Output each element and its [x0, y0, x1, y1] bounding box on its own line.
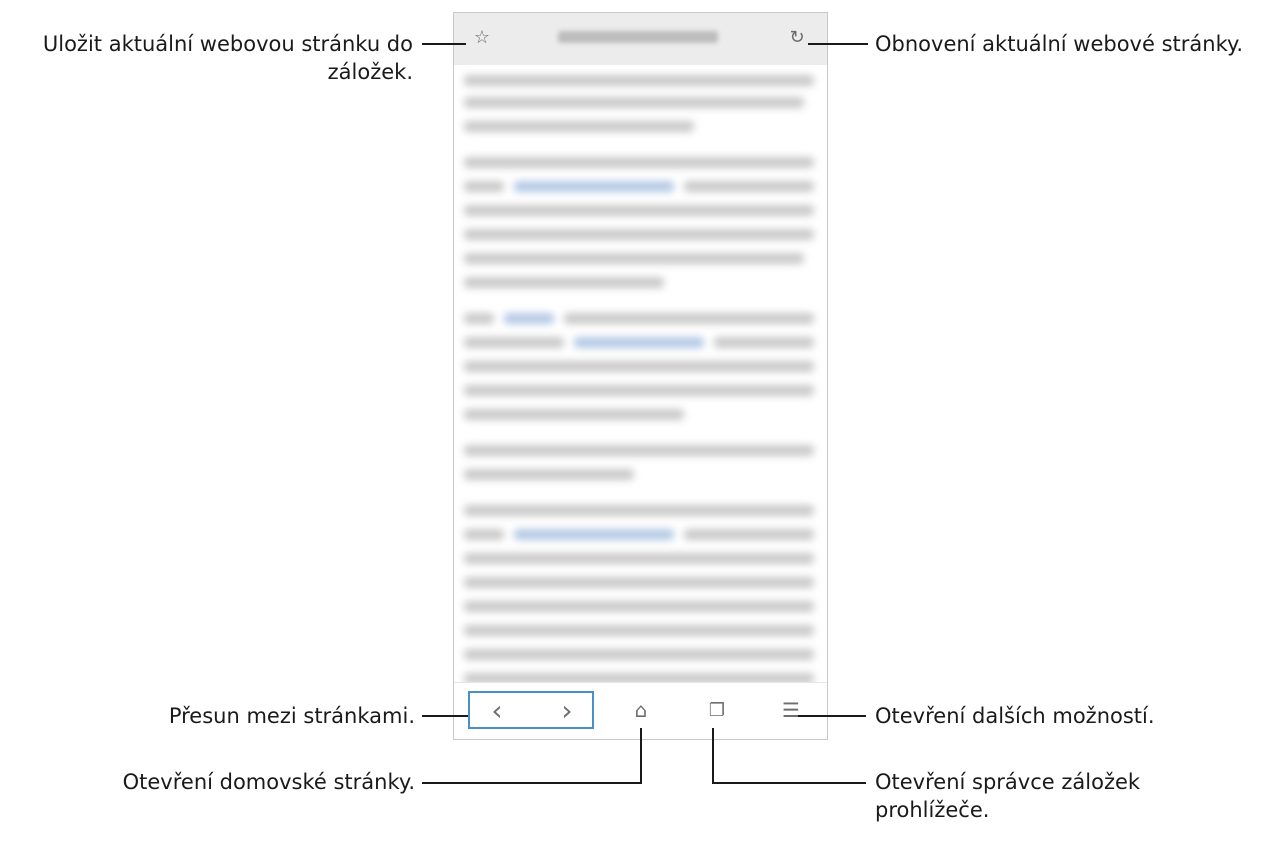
blurred-text-line [464, 385, 814, 396]
blurred-text-line [464, 625, 814, 636]
refresh-leader-line [808, 43, 868, 45]
blurred-text-line [464, 75, 814, 86]
blurred-text-line [464, 253, 804, 264]
more-options-callout: Otevření dalších možností. [875, 704, 1155, 728]
blurred-link-line [504, 313, 554, 324]
blurred-text-line [464, 205, 814, 216]
bookmark-callout-line2: záložek. [327, 60, 413, 84]
home-icon[interactable]: ⌂ [628, 697, 654, 723]
blurred-link-line [514, 529, 674, 540]
url-text-blurred[interactable] [558, 31, 718, 43]
blurred-text-line [464, 277, 664, 288]
blurred-text-line [684, 529, 814, 540]
blurred-link-line [574, 337, 704, 348]
blurred-link-line [514, 181, 674, 192]
blurred-text-line [684, 181, 814, 192]
tabs-callout-line2: prohlížeče. [875, 798, 990, 822]
blurred-text-line [464, 445, 814, 456]
home-leader-vertical [640, 728, 642, 784]
blurred-text-line [714, 337, 814, 348]
blurred-text-line [464, 505, 814, 516]
blurred-text-line [464, 181, 504, 192]
home-leader-horizontal [422, 782, 642, 784]
blurred-text-line [464, 121, 694, 132]
tabs-leader-vertical [712, 728, 714, 784]
blurred-text-line [464, 337, 564, 348]
bookmark-callout: Uložit aktuální webovou stránku do zálož… [8, 30, 413, 86]
navigate-leader-line [422, 715, 468, 717]
refresh-callout: Obnovení aktuální webové stránky. [875, 32, 1244, 56]
tabs-callout-line1: Otevření správce záložek [875, 770, 1141, 794]
blurred-text-line [464, 97, 804, 108]
menu-icon[interactable]: ☰ [778, 697, 804, 723]
bookmark-leader-line [422, 43, 466, 45]
more-options-leader-line [798, 715, 866, 717]
blurred-text-line [464, 649, 814, 660]
blurred-text-line [464, 361, 814, 372]
blurred-text-line [464, 409, 684, 420]
blurred-text-line [464, 469, 634, 480]
blurred-text-line [464, 577, 814, 588]
blurred-text-line [464, 601, 814, 612]
tabs-callout: Otevření správce záložek prohlížeče. [875, 768, 1140, 824]
address-bar: ☆ ↻ [454, 13, 827, 65]
blurred-text-line [464, 529, 504, 540]
blurred-text-line [564, 313, 814, 324]
blurred-text-line [464, 553, 814, 564]
blurred-text-line [464, 313, 494, 324]
back-icon[interactable]: ‹ [484, 694, 510, 727]
tabs-leader-horizontal [712, 782, 866, 784]
tabs-icon[interactable]: ❐ [704, 697, 730, 723]
navigate-callout: Přesun mezi stránkami. [168, 704, 415, 728]
forward-icon[interactable]: › [554, 694, 580, 727]
star-icon[interactable]: ☆ [470, 25, 494, 49]
blurred-text-line [464, 157, 814, 168]
bookmark-callout-line1: Uložit aktuální webovou stránku do [42, 32, 413, 56]
browser-screen: ☆ ↻ ‹ › ⌂ ❐ ☰ [453, 12, 828, 740]
blurred-text-line [464, 229, 814, 240]
web-page-content [454, 65, 827, 683]
refresh-icon[interactable]: ↻ [785, 25, 809, 49]
home-callout: Otevření domovské stránky. [122, 770, 415, 794]
